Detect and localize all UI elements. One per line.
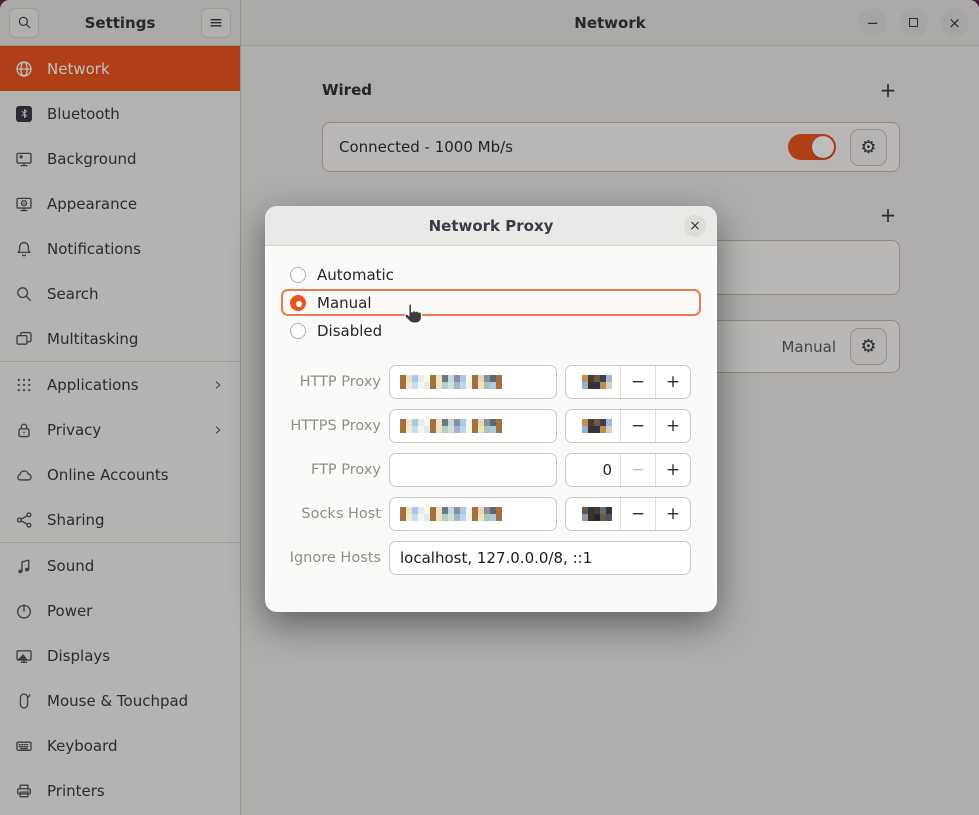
increment-button[interactable]: + (655, 410, 690, 442)
decrement-button[interactable]: − (620, 410, 655, 442)
decrement-button[interactable]: − (620, 454, 655, 486)
field-label: FTP Proxy (281, 462, 381, 478)
https-port-spinner[interactable]: − + (565, 409, 691, 443)
port-value[interactable] (566, 410, 620, 442)
redacted-port-value (582, 419, 612, 433)
field-label: Ignore Hosts (281, 550, 381, 566)
socks-host-input[interactable] (389, 497, 557, 531)
proxy-option-manual[interactable]: Manual (281, 289, 701, 316)
increment-button[interactable]: + (655, 498, 690, 530)
network-proxy-dialog: Network Proxy × Automatic Manual Disable… (265, 206, 717, 612)
ignore-hosts-input[interactable]: localhost, 127.0.0.0/8, ::1 (389, 541, 691, 575)
http-proxy-input[interactable] (389, 365, 557, 399)
http-port-spinner[interactable]: − + (565, 365, 691, 399)
ftp-port-spinner[interactable]: 0 − + (565, 453, 691, 487)
port-value[interactable] (566, 498, 620, 530)
proxy-form: HTTP Proxy − + HTTPS Proxy − + (281, 365, 701, 575)
dialog-headerbar: Network Proxy × (265, 206, 717, 246)
option-label: Disabled (317, 322, 382, 340)
decrement-button[interactable]: − (620, 366, 655, 398)
http-proxy-row: HTTP Proxy − + (281, 365, 701, 399)
settings-window: Settings ≡ Network Bluetooth (0, 0, 979, 815)
redacted-port-value (582, 375, 612, 389)
radio-checked-icon[interactable] (290, 295, 306, 311)
ftp-proxy-input[interactable] (389, 453, 557, 487)
radio-icon[interactable] (290, 323, 306, 339)
field-label: HTTP Proxy (281, 374, 381, 390)
proxy-option-automatic[interactable]: Automatic (281, 261, 701, 288)
increment-button[interactable]: + (655, 366, 690, 398)
proxy-option-disabled[interactable]: Disabled (281, 317, 701, 344)
option-label: Manual (317, 294, 372, 312)
ftp-proxy-row: FTP Proxy 0 − + (281, 453, 701, 487)
dialog-close-button[interactable]: × (684, 215, 706, 237)
dialog-title: Network Proxy (429, 217, 554, 235)
increment-button[interactable]: + (655, 454, 690, 486)
socks-port-spinner[interactable]: − + (565, 497, 691, 531)
redacted-host-value (400, 507, 502, 521)
https-proxy-row: HTTPS Proxy − + (281, 409, 701, 443)
field-label: HTTPS Proxy (281, 418, 381, 434)
field-label: Socks Host (281, 506, 381, 522)
dialog-body: Automatic Manual Disabled HTTP Proxy − (265, 246, 717, 575)
redacted-host-value (400, 419, 502, 433)
option-label: Automatic (317, 266, 394, 284)
port-value[interactable] (566, 366, 620, 398)
redacted-port-value (582, 507, 612, 521)
radio-icon[interactable] (290, 267, 306, 283)
decrement-button[interactable]: − (620, 498, 655, 530)
socks-host-row: Socks Host − + (281, 497, 701, 531)
ignore-hosts-row: Ignore Hosts localhost, 127.0.0.0/8, ::1 (281, 541, 701, 575)
field-value: localhost, 127.0.0.0/8, ::1 (400, 549, 592, 567)
close-icon: × (689, 218, 701, 234)
port-value[interactable]: 0 (566, 454, 620, 486)
hand-cursor-icon (400, 301, 426, 327)
redacted-host-value (400, 375, 502, 389)
https-proxy-input[interactable] (389, 409, 557, 443)
